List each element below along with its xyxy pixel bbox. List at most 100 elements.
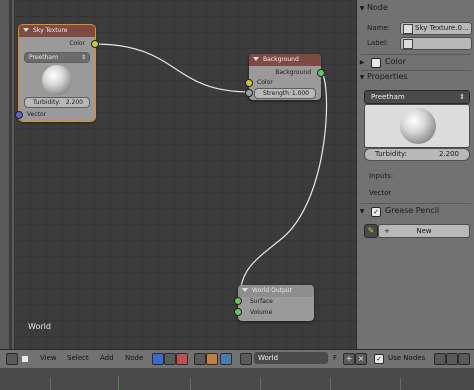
- sky-texture-input-vector-socket[interactable]: [15, 111, 23, 119]
- vector-input-label: Vector: [369, 189, 392, 197]
- node-section-header[interactable]: ▼ Node: [357, 2, 474, 14]
- inputs-label: Inputs:: [369, 172, 394, 180]
- timeline-current-frame[interactable]: [118, 376, 119, 390]
- world-icon[interactable]: [164, 353, 176, 365]
- background-strength-field[interactable]: Strength: 1.000: [254, 88, 316, 99]
- sidebar-turbidity-value: 2.200: [438, 150, 459, 158]
- menu-view[interactable]: View: [40, 354, 57, 362]
- texture-icon[interactable]: [176, 353, 188, 365]
- color-toggle-checkbox[interactable]: [371, 58, 381, 68]
- texture-icon: [403, 39, 413, 49]
- pencil-icon[interactable]: ✎: [364, 224, 378, 238]
- pin-icon[interactable]: [434, 353, 446, 365]
- background-output-label: Background: [275, 69, 311, 76]
- world-datablock-icon[interactable]: [220, 353, 232, 365]
- node-label-field[interactable]: [400, 37, 472, 50]
- texture-icon: [403, 24, 413, 34]
- timeline-tick: [400, 378, 401, 390]
- sky-model-sidebar-value: Preetham: [371, 93, 405, 101]
- world-name-value: World: [258, 354, 279, 362]
- expand-arrow-icon: ▼: [359, 5, 365, 12]
- expand-arrow-icon: ▼: [359, 74, 365, 81]
- snap-icon[interactable]: [458, 353, 470, 365]
- sky-preview-sphere: [42, 65, 72, 95]
- background-strength-label: Strength:: [263, 90, 291, 97]
- background-output-socket[interactable]: [317, 69, 325, 77]
- world-output-title: World Output: [252, 287, 292, 294]
- timeline-tick: [190, 378, 191, 390]
- node-name-field[interactable]: Sky Texture.0...: [400, 22, 472, 35]
- world-output-volume-socket[interactable]: [234, 308, 242, 316]
- shader-node-icon[interactable]: [152, 353, 164, 365]
- section-divider: [361, 54, 471, 55]
- timeline-tick: [330, 378, 331, 390]
- use-nodes-label: Use Nodes: [388, 354, 426, 362]
- grease-pencil-new-button[interactable]: + New: [378, 224, 470, 238]
- world-output-node-header[interactable]: World Output: [238, 285, 314, 297]
- sky-texture-title: Sky Texture: [33, 27, 68, 34]
- sky-turbidity-label: Turbidity:: [33, 99, 61, 106]
- editor-type-icon[interactable]: [6, 353, 18, 365]
- world-output-volume-label: Volume: [250, 309, 273, 316]
- menu-select[interactable]: Select: [67, 354, 89, 362]
- sidebar-turbidity-label: Turbidity:: [375, 150, 408, 158]
- node-name-label: Name:: [367, 24, 391, 32]
- properties-section-header[interactable]: ▼ Properties: [357, 71, 474, 83]
- link-icon[interactable]: [446, 353, 458, 365]
- properties-sidebar: ▼ Node Name: Sky Texture.0... Label: ▶ Co…: [356, 0, 474, 349]
- sky-texture-input-vector-label: Vector: [27, 111, 47, 118]
- node-name-value: Sky Texture.0...: [415, 24, 469, 32]
- collapsed-arrow-icon: ▶: [359, 59, 365, 66]
- close-icon[interactable]: ×: [355, 353, 367, 365]
- color-section-title: Color: [385, 57, 406, 66]
- sky-texture-node[interactable]: Sky Texture Color Preetham ⇕ Turbidity: …: [15, 24, 99, 122]
- background-node[interactable]: Background Background Color Strength: 1.…: [245, 54, 325, 100]
- left-region-divider[interactable]: [9, 0, 12, 352]
- world-output-surface-socket[interactable]: [234, 297, 242, 305]
- section-divider: [361, 203, 471, 204]
- add-icon[interactable]: +: [343, 353, 355, 365]
- world-output-node[interactable]: World Output Surface Volume: [234, 285, 314, 321]
- sky-texture-output-color-label: Color: [69, 40, 85, 47]
- sky-texture-node-header[interactable]: Sky Texture: [19, 25, 95, 37]
- render-icon[interactable]: [194, 353, 206, 365]
- sidebar-turbidity-field[interactable]: Turbidity: 2.200: [364, 148, 470, 161]
- sky-texture-output-color-socket[interactable]: [91, 40, 99, 48]
- collapse-icon[interactable]: [253, 57, 259, 61]
- sky-model-sidebar-dropdown[interactable]: Preetham ⇕: [364, 90, 470, 104]
- node-label-label: Label:: [367, 39, 389, 47]
- new-button-label: New: [416, 227, 432, 235]
- left-region-edge[interactable]: [0, 0, 14, 352]
- collapse-icon[interactable]: [242, 288, 248, 292]
- background-node-header[interactable]: Background: [249, 54, 321, 66]
- sky-turbidity-value: 2.200: [65, 99, 83, 106]
- timeline-strip[interactable]: [0, 368, 474, 390]
- sky-turbidity-field[interactable]: Turbidity: 2.200: [24, 97, 90, 108]
- grease-pencil-checkbox[interactable]: ✓: [371, 207, 381, 217]
- world-output-surface-label: Surface: [250, 298, 273, 305]
- collapse-icon[interactable]: [23, 28, 29, 32]
- use-nodes-checkbox[interactable]: ✓: [374, 354, 384, 364]
- sky-preview-box: [364, 104, 470, 148]
- world-name-field[interactable]: World: [254, 352, 328, 364]
- sky-model-value: Preetham: [29, 54, 58, 61]
- background-strength-value: 1.000: [291, 90, 309, 97]
- menu-node[interactable]: Node: [125, 354, 143, 362]
- background-input-color-socket[interactable]: [245, 79, 253, 87]
- grease-pencil-section-header[interactable]: ▼ ✓ Grease Pencil: [357, 205, 474, 217]
- color-section-header[interactable]: ▶ Color: [357, 56, 474, 68]
- browse-world-icon[interactable]: [240, 353, 252, 365]
- timeline-tick: [260, 378, 261, 390]
- dropdown-arrows-icon: ⇕: [80, 54, 86, 61]
- properties-section-title: Properties: [367, 72, 408, 81]
- menu-add[interactable]: Add: [100, 354, 114, 362]
- sky-model-dropdown[interactable]: Preetham ⇕: [24, 52, 90, 63]
- editor-header: View Select Add Node World F + × ✓ Use N…: [0, 349, 474, 368]
- background-title: Background: [263, 56, 299, 63]
- expand-arrow-icon: ▼: [359, 208, 365, 215]
- object-icon[interactable]: [206, 353, 218, 365]
- menu-toggle-icon[interactable]: [22, 356, 28, 362]
- add-icon: +: [384, 227, 390, 235]
- background-input-strength-socket[interactable]: [245, 89, 253, 97]
- fake-user-button[interactable]: F: [333, 354, 337, 362]
